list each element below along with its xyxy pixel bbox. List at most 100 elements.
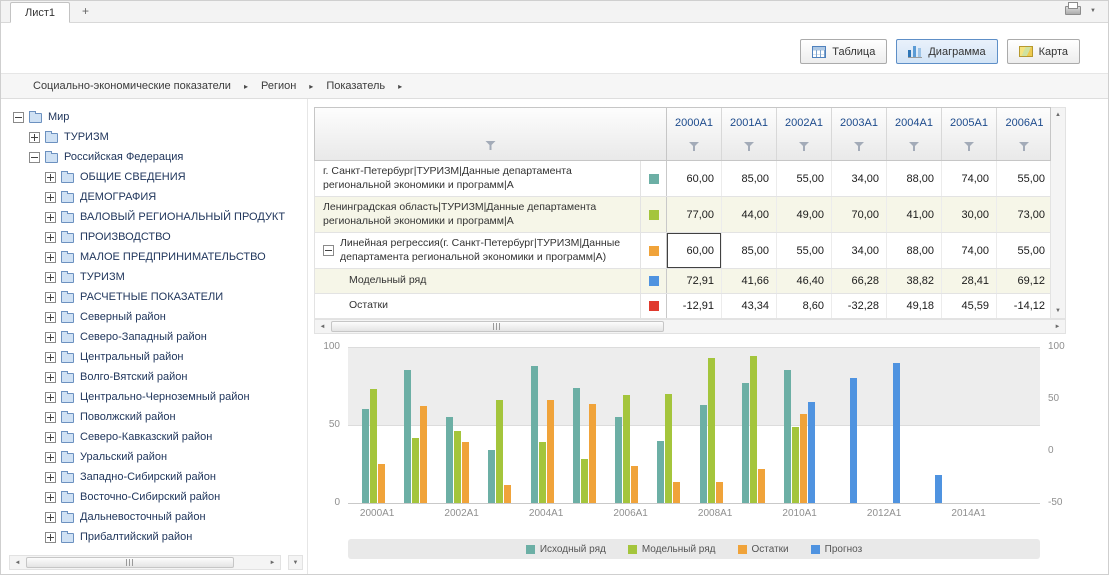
column-header[interactable]: 2004A1 [887,108,942,160]
sheet-tab[interactable]: Лист1 [10,2,70,23]
legend-item[interactable]: Прогноз [811,544,863,555]
tree-item[interactable]: Западно-Сибирский район [11,467,285,487]
expand-icon[interactable] [45,492,56,503]
value-cell[interactable]: -32,28 [832,294,887,318]
scrollbar-thumb[interactable] [26,557,234,568]
value-cell[interactable]: 60,00 [667,161,722,196]
bar[interactable] [539,442,546,503]
value-cell[interactable]: 41,66 [722,269,777,293]
scroll-down-icon[interactable] [1051,304,1065,318]
tree-item[interactable]: Уральский район [11,447,285,467]
value-cell[interactable]: 85,00 [722,233,777,268]
row-label-cell[interactable]: г. Санкт-Петербург|ТУРИЗМ|Данные департа… [315,161,641,196]
table-horizontal-scrollbar[interactable] [314,319,1066,334]
tree-item[interactable]: Северо-Кавказский район [11,427,285,447]
column-header[interactable]: 2001A1 [722,108,777,160]
value-cell[interactable]: 28,41 [942,269,997,293]
bar[interactable] [700,405,707,503]
bar[interactable] [404,370,411,503]
tree-item[interactable]: ВАЛОВЫЙ РЕГИОНАЛЬНЫЙ ПРОДУКТ [11,207,285,227]
value-cell[interactable]: 70,00 [832,197,887,232]
expand-icon[interactable] [45,352,56,363]
value-cell[interactable]: 55,00 [777,233,832,268]
column-header[interactable]: 2003A1 [832,108,887,160]
breadcrumb-item[interactable]: Регион [261,80,296,92]
printer-icon[interactable] [1065,2,1081,15]
bar[interactable] [792,427,799,503]
value-cell[interactable]: 55,00 [997,161,1052,196]
bar[interactable] [581,459,588,503]
row-label-cell[interactable]: Модельный ряд [315,269,641,293]
expand-icon[interactable] [45,232,56,243]
bar[interactable] [657,441,664,503]
scroll-right-icon[interactable] [265,556,280,569]
dropdown-caret-icon[interactable] [1090,0,1096,17]
bar[interactable] [665,394,672,503]
value-cell[interactable]: 88,00 [887,233,942,268]
collapse-icon[interactable] [323,245,334,256]
value-cell[interactable]: 49,00 [777,197,832,232]
tree-item[interactable]: Поволжский район [11,407,285,427]
bar[interactable] [615,417,622,503]
filter-icon[interactable] [689,141,700,152]
bar[interactable] [420,406,427,503]
filter-icon[interactable] [744,141,755,152]
bar[interactable] [800,414,807,503]
bar[interactable] [893,363,900,503]
value-cell[interactable]: 88,00 [887,161,942,196]
expand-icon[interactable] [45,432,56,443]
map-view-button[interactable]: Карта [1007,39,1080,64]
tree-item[interactable]: Центральный район [11,347,285,367]
bar[interactable] [716,482,723,503]
bar[interactable] [573,388,580,503]
value-cell[interactable]: -14,12 [997,294,1052,318]
tree-item[interactable]: ТУРИЗМ [11,267,285,287]
legend-item[interactable]: Модельный ряд [628,544,716,555]
value-cell[interactable]: 45,59 [942,294,997,318]
bar[interactable] [462,442,469,503]
tree-item[interactable]: ДЕМОГРАФИЯ [11,187,285,207]
row-label-cell[interactable]: Линейная регрессия(г. Санкт-Петербург|ТУ… [315,233,641,268]
filter-icon[interactable] [909,141,920,152]
expand-icon[interactable] [45,472,56,483]
scroll-down-icon[interactable] [288,555,303,570]
breadcrumb-item[interactable]: Социально-экономические показатели [33,80,231,92]
bar[interactable] [589,404,596,503]
bar[interactable] [708,358,715,503]
value-cell[interactable]: 69,12 [997,269,1052,293]
scroll-right-icon[interactable] [1050,320,1065,333]
collapse-icon[interactable] [29,152,40,163]
row-label-cell[interactable]: Ленинградская область|ТУРИЗМ|Данные депа… [315,197,641,232]
value-cell[interactable]: 34,00 [832,161,887,196]
bar[interactable] [531,366,538,503]
tree-item[interactable]: Российская Федерация [11,147,285,167]
value-cell[interactable]: 34,00 [832,233,887,268]
bar[interactable] [504,485,511,503]
value-cell[interactable]: 72,91 [667,269,722,293]
bar[interactable] [623,395,630,503]
bar[interactable] [446,417,453,503]
tree-item[interactable]: ОБЩИЕ СВЕДЕНИЯ [11,167,285,187]
bar[interactable] [935,475,942,503]
tree-item[interactable]: МАЛОЕ ПРЕДПРИНИМАТЕЛЬСТВО [11,247,285,267]
expand-icon[interactable] [45,332,56,343]
value-cell[interactable]: 74,00 [942,233,997,268]
bar[interactable] [488,450,495,503]
scroll-left-icon[interactable] [315,320,330,333]
column-header[interactable]: 2005A1 [942,108,997,160]
tree-item[interactable]: ТУРИЗМ [11,127,285,147]
expand-icon[interactable] [45,292,56,303]
filter-icon[interactable] [1019,141,1030,152]
scrollbar-track[interactable] [25,556,265,569]
tree-item[interactable]: РАСЧЕТНЫЕ ПОКАЗАТЕЛИ [11,287,285,307]
value-cell[interactable]: 41,00 [887,197,942,232]
expand-icon[interactable] [45,452,56,463]
bar[interactable] [750,356,757,503]
expand-icon[interactable] [45,212,56,223]
tree-item[interactable]: Прибалтийский район [11,527,285,547]
bar-chart-view-button[interactable]: Диаграмма [896,39,997,64]
value-cell[interactable]: 77,00 [667,197,722,232]
bar[interactable] [784,370,791,503]
expand-icon[interactable] [45,532,56,543]
value-cell[interactable]: 73,00 [997,197,1052,232]
